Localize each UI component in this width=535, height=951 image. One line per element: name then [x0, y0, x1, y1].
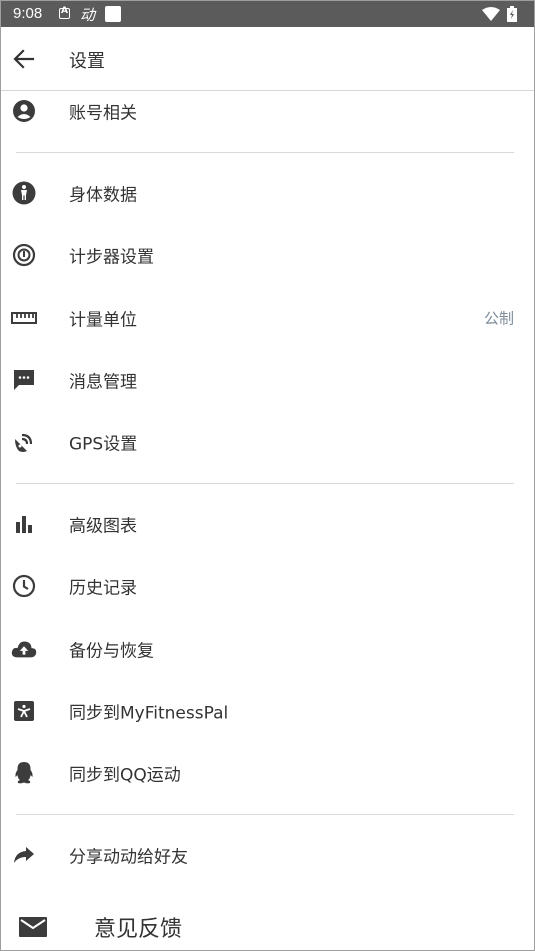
bar-chart-icon [11, 511, 37, 537]
ruler-icon [11, 305, 37, 331]
pedometer-icon [11, 242, 37, 268]
settings-item-body-data[interactable]: 身体数据 [1, 162, 534, 224]
notification-square-icon [105, 6, 121, 22]
account-circle-icon [11, 98, 37, 124]
settings-item-label: 意见反馈 [94, 917, 183, 942]
qq-penguin-icon [11, 760, 37, 786]
settings-item-label: 计步器设置 [69, 247, 154, 268]
myfitnesspal-icon [11, 698, 37, 724]
gps-signal-icon [11, 429, 37, 455]
divider [16, 152, 514, 153]
settings-item-label: 身体数据 [69, 185, 137, 206]
settings-item-label: 消息管理 [69, 372, 137, 393]
mail-icon [17, 913, 49, 941]
settings-item-label: 备份与恢复 [69, 641, 154, 662]
app-notification-icon: 动 [80, 6, 96, 24]
settings-item-label: 同步到QQ运动 [69, 765, 181, 786]
body-icon [11, 180, 37, 206]
divider [16, 483, 514, 484]
settings-item-label: 账号相关 [69, 103, 137, 124]
settings-item-gps[interactable]: GPS设置 [1, 411, 534, 473]
cloud-upload-icon [11, 636, 37, 662]
settings-item-qq[interactable]: 同步到QQ运动 [1, 742, 534, 804]
divider [16, 814, 514, 815]
notification-a-icon: A [59, 6, 70, 19]
settings-item-history[interactable]: 历史记录 [1, 555, 534, 617]
share-arrow-icon [11, 842, 37, 868]
settings-item-account[interactable]: 账号相关 [1, 80, 534, 142]
settings-item-label: 计量单位 [69, 310, 137, 331]
settings-item-share[interactable]: 分享动动给好友 [1, 824, 534, 886]
settings-item-messages[interactable]: 消息管理 [1, 349, 534, 411]
settings-item-label: GPS设置 [69, 434, 138, 455]
settings-item-myfitnesspal[interactable]: 同步到MyFitnessPal [1, 680, 534, 742]
settings-item-feedback[interactable]: 意见反馈 [1, 896, 534, 950]
settings-item-pedometer[interactable]: 计步器设置 [1, 224, 534, 286]
arrow-left-icon [13, 49, 35, 69]
clock-icon [11, 573, 37, 599]
status-bar: 9:08 A 动 [1, 1, 534, 27]
wifi-icon [482, 7, 500, 21]
battery-icon [507, 6, 517, 22]
settings-item-label: 同步到MyFitnessPal [69, 703, 229, 724]
units-value: 公制 [483, 309, 514, 328]
settings-item-backup[interactable]: 备份与恢复 [1, 618, 534, 680]
back-button[interactable] [11, 47, 37, 71]
app-frame: 9:08 A 动 设置 账号相关 身体数据 计步器设置 计量单位 公制 消息管理… [0, 0, 535, 951]
settings-item-charts[interactable]: 高级图表 [1, 493, 534, 555]
settings-item-units[interactable]: 计量单位 公制 [1, 287, 534, 349]
page-title: 设置 [69, 51, 105, 72]
settings-item-label: 分享动动给好友 [69, 847, 188, 868]
status-time: 9:08 [13, 5, 43, 22]
settings-item-label: 历史记录 [69, 578, 137, 599]
settings-item-label: 高级图表 [69, 516, 137, 537]
message-icon [11, 367, 37, 393]
